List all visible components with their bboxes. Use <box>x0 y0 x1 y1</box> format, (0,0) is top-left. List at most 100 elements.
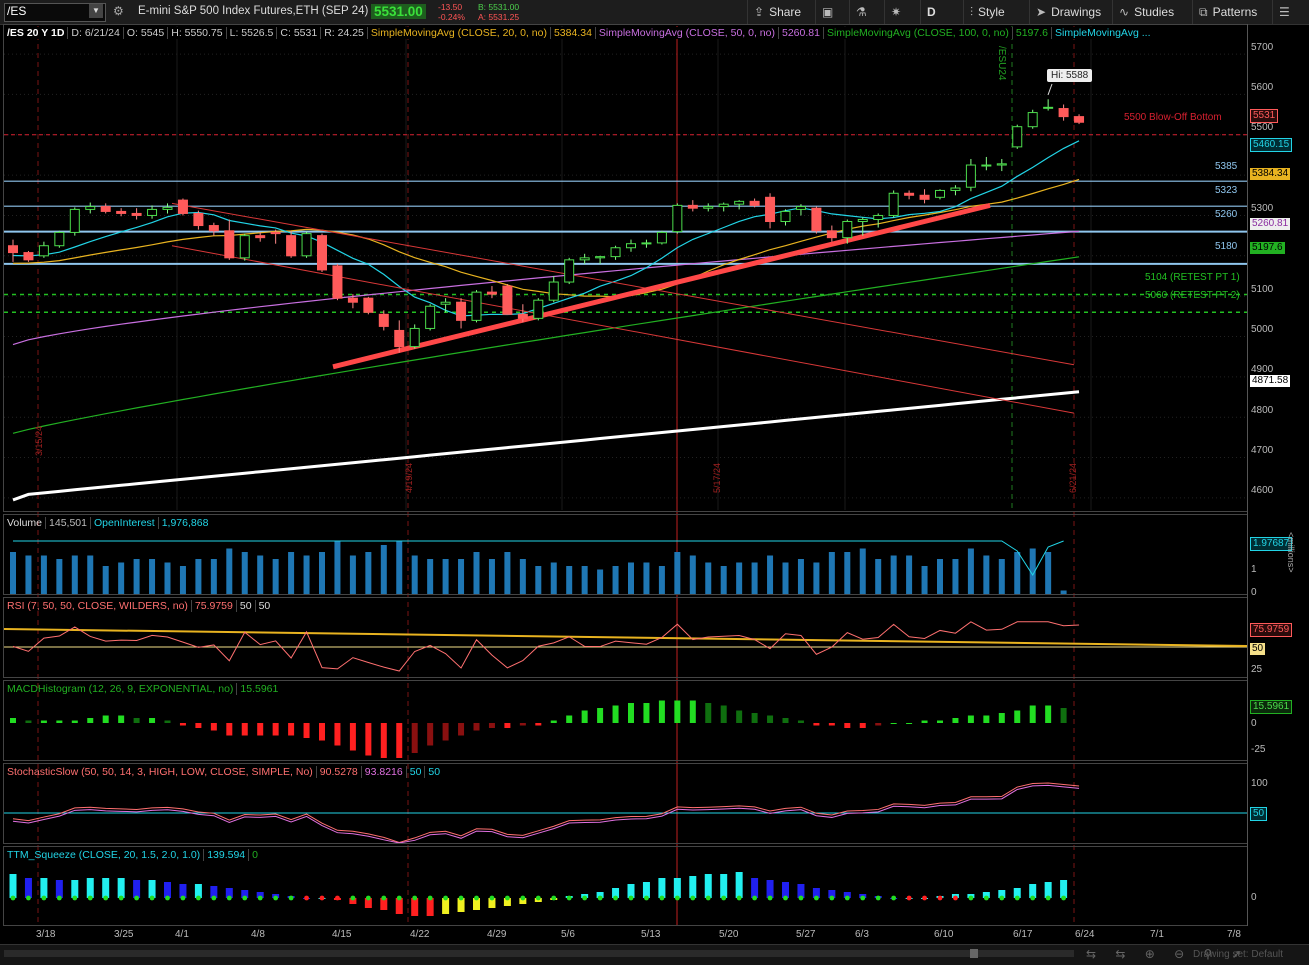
rsi-value: 75.9759 <box>191 600 237 612</box>
ttm-bar <box>689 876 697 898</box>
volume-bar <box>628 562 634 594</box>
price-tick-5500: 5500 <box>1251 122 1274 133</box>
down-trendline-2 <box>171 245 1075 414</box>
ttm-squeeze-dot <box>983 895 989 901</box>
time-tick: 4/22 <box>410 929 430 940</box>
sma200-line <box>12 390 1080 502</box>
style-icon: ⫶ <box>970 5 974 19</box>
ttm-squeeze-dot <box>41 895 47 901</box>
menu-icon: ☰ <box>1279 5 1290 19</box>
ttm-squeeze-dot <box>103 895 109 901</box>
candle-body <box>100 206 111 212</box>
macd-bar <box>334 723 341 746</box>
ttm-bar <box>164 882 171 898</box>
sma9-line <box>12 140 1080 317</box>
instrument-description: E-mini S&P 500 Index Futures,ETH (SEP 24… <box>138 5 369 17</box>
macd-bar <box>736 710 743 723</box>
candle-body <box>548 281 559 301</box>
volume-title[interactable]: Volume <box>4 517 47 529</box>
symbol-text[interactable]: /ES <box>7 4 26 18</box>
macd-bar <box>597 708 604 723</box>
ttm-squeeze-dot <box>829 895 835 901</box>
macd-bar <box>504 723 511 728</box>
macd-bar <box>288 723 295 736</box>
macd-bar <box>10 718 16 723</box>
macd-title[interactable]: MACDHistogram (12, 26, 9, EXPONENTIAL, n… <box>4 683 238 695</box>
candle-body <box>131 212 142 216</box>
ttm-squeeze-dot <box>1014 895 1020 901</box>
macd-bar <box>272 723 279 736</box>
symbol-dropdown-icon[interactable]: ▼ <box>89 4 103 18</box>
time-tick: 5/27 <box>796 929 816 940</box>
time-axis: 3/18 3/25 4/1 4/8 4/15 4/22 4/29 5/6 5/13 5/20 5/2… <box>0 926 1309 944</box>
drawings-button[interactable]: ➤ Drawings <box>1029 0 1114 24</box>
volume-bar <box>535 566 542 594</box>
patterns-button[interactable]: ⧉ Patterns <box>1192 0 1271 24</box>
rsi-title[interactable]: RSI (7, 50, 50, CLOSE, WILDERS, no) <box>4 600 192 612</box>
ttm-bar <box>133 880 141 898</box>
ttm-value: 139.594 <box>204 849 250 861</box>
stochastic-plot <box>4 782 1247 844</box>
candle-body <box>626 243 636 249</box>
volume-bar <box>1045 552 1052 594</box>
share-button[interactable]: ⇪ Share <box>747 0 816 24</box>
sma-extra-label[interactable]: SimpleMovingAvg ... <box>1052 27 1154 39</box>
ttm-squeeze-dot <box>242 895 248 901</box>
ttm-squeeze-dot <box>365 895 371 901</box>
moving-averages <box>12 140 1080 502</box>
macd-bar <box>519 723 526 726</box>
volume-tick-1: 1 <box>1251 564 1257 575</box>
rsi-plot <box>3 621 1248 672</box>
snapshot-button[interactable]: ▣ <box>815 0 850 24</box>
horizontal-scrollbar[interactable] <box>4 950 1074 957</box>
drawings-label: Drawings <box>1051 5 1102 19</box>
candle-body <box>795 206 806 210</box>
sma100-value: 5197.6 <box>1012 27 1052 39</box>
down-trendline-1 <box>171 202 1075 366</box>
candle-body <box>1058 108 1069 118</box>
ttm-title[interactable]: TTM_Squeeze (CLOSE, 20, 1.5, 2.0, 1.0) <box>4 849 205 861</box>
chart-canvas[interactable] <box>0 24 1309 964</box>
ttm-squeeze-dot <box>72 895 78 901</box>
ttm-squeeze-dot <box>396 895 402 901</box>
last-price-badge: 5531 <box>1250 109 1279 123</box>
stoch-title[interactable]: StochasticSlow (50, 50, 14, 3, HIGH, LOW… <box>4 766 317 778</box>
oi-title[interactable]: OpenInterest <box>91 517 159 529</box>
candle-body <box>687 204 698 209</box>
ttm-bar <box>766 880 774 898</box>
rsi-ob: 50 <box>236 600 256 612</box>
settings-icon[interactable]: ⚙ <box>113 4 124 18</box>
candle-body <box>919 194 930 200</box>
style-button[interactable]: ⫶ Style <box>963 0 1030 24</box>
sma100-label[interactable]: SimpleMovingAvg (CLOSE, 100, 0, no) <box>823 27 1013 39</box>
scrollbar-thumb[interactable] <box>970 949 978 958</box>
sma50-label[interactable]: SimpleMovingAvg (CLOSE, 50, 0, no) <box>595 27 779 39</box>
volume-bar <box>906 555 913 594</box>
time-tick: 4/29 <box>487 929 507 940</box>
macd-bar <box>952 718 959 723</box>
camera-icon: ▣ <box>822 5 834 19</box>
ttm-squeeze-dot <box>582 895 588 901</box>
ttm-squeeze-dot <box>551 895 557 901</box>
chart-settings-button[interactable]: ✷ <box>884 0 919 24</box>
price-tick-5700: 5700 <box>1251 42 1274 53</box>
price-tick-4800: 4800 <box>1251 405 1274 416</box>
cursor-icon: ➤ <box>1036 5 1047 19</box>
ttm-squeeze-dot <box>814 895 819 901</box>
ttm-squeeze-dot <box>1030 895 1036 901</box>
macd-bar <box>921 720 928 723</box>
rsi-line <box>12 621 1080 672</box>
price-tick-4900: 4900 <box>1251 364 1274 375</box>
ttm-squeeze-dot <box>458 895 464 901</box>
timeframe-button[interactable]: D <box>920 0 963 24</box>
menu-button[interactable]: ☰ <box>1272 0 1309 24</box>
ttm-squeeze-dot <box>736 895 742 901</box>
lab-button[interactable]: ⚗ <box>849 0 884 24</box>
ttm-squeeze-plot <box>9 872 1068 916</box>
studies-button[interactable]: ∿ Studies <box>1112 0 1194 24</box>
support-trendline <box>332 202 991 370</box>
ttm-bar <box>442 898 450 914</box>
drawing-set-label[interactable]: Drawing set: Default <box>1193 949 1283 960</box>
contract-rollover-label: /ESU24 <box>996 46 1007 81</box>
sma20-label[interactable]: SimpleMovingAvg (CLOSE, 20, 0, no) <box>367 27 551 39</box>
